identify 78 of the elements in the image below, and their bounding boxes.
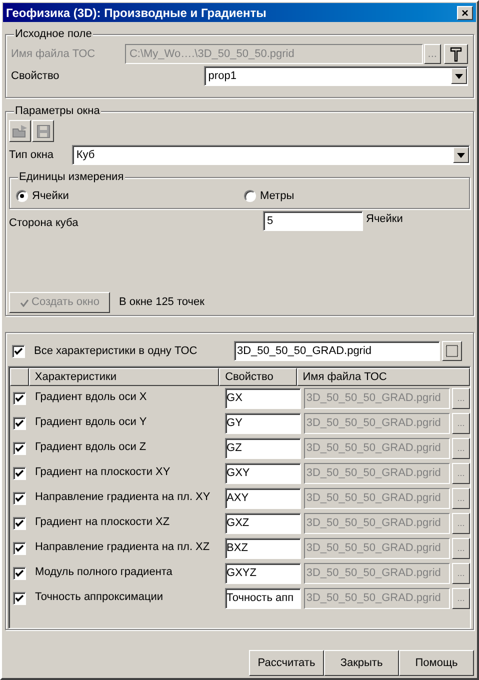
file-field[interactable]: 3D_50_50_50_GRAD.pgrid (304, 463, 450, 484)
property-field[interactable]: GXYZ (224, 563, 302, 584)
checkbox[interactable] (12, 492, 26, 505)
browse-button[interactable]: ... (452, 413, 470, 434)
radio-label: Ячейки (32, 188, 69, 204)
check-icon (20, 298, 28, 306)
property-field[interactable]: GZ (224, 438, 302, 459)
header-corner (10, 368, 29, 386)
table-cell-text: Направление градиента на пл. XY (34, 490, 212, 505)
table-cell-text: Градиент вдоль оси Y (34, 415, 148, 430)
table-cell-text: Градиент вдоль оси Z (34, 440, 148, 455)
property-field[interactable]: BXZ (224, 538, 302, 559)
field-label: Имя файла ТОС (11, 46, 96, 62)
file-field[interactable]: 3D_50_50_50_GRAD.pgrid (304, 588, 450, 609)
property-field[interactable]: GX (224, 388, 302, 409)
checkbox[interactable] (12, 542, 26, 555)
file-field[interactable]: 3D_50_50_50_GRAD.pgrid (304, 513, 450, 534)
file-field[interactable]: C:\My_Wo….\3D_50_50_50.pgrid (125, 44, 422, 64)
dialog-button[interactable]: Помощь (399, 650, 474, 676)
window-title: Геофизика (3D): Производные и Градиенты (6, 4, 266, 22)
table-cell-text: Градиент вдоль оси X (34, 390, 148, 405)
open-icon[interactable] (9, 120, 31, 142)
radio-label: Метры (260, 188, 294, 204)
browse-button[interactable]: ... (452, 438, 470, 459)
cube-side-field[interactable]: 5 (263, 211, 363, 231)
field-label: Сторона куба (9, 216, 80, 231)
close-button[interactable]: × (457, 6, 473, 20)
dialog-button[interactable]: Рассчитать (249, 650, 324, 676)
browse-button[interactable]: ... (452, 388, 470, 409)
output-file-field[interactable]: 3D_50_50_50_GRAD.pgrid (234, 341, 440, 361)
radio-button[interactable] (244, 190, 256, 202)
column-header[interactable]: Свойство (219, 368, 297, 386)
table-cell-text: Градиент на плоскости XY (34, 465, 172, 480)
checkbox[interactable] (12, 567, 26, 580)
dialog-button[interactable]: Закрыть (324, 650, 399, 676)
table-cell-text: Градиент на плоскости XZ (34, 515, 171, 530)
checkbox[interactable] (12, 467, 26, 480)
browse-button[interactable]: ... (452, 538, 470, 559)
table-cell-text: Модуль полного градиента (34, 565, 174, 580)
file-field[interactable]: 3D_50_50_50_GRAD.pgrid (304, 488, 450, 509)
file-field[interactable]: 3D_50_50_50_GRAD.pgrid (304, 388, 450, 409)
hammer-icon[interactable] (444, 44, 468, 64)
field-label: Свойство (11, 68, 60, 84)
browse-button[interactable]: ... (452, 463, 470, 484)
table-cell-text: Направление градиента на пл. XZ (34, 540, 211, 555)
property-field[interactable]: GXY (224, 463, 302, 484)
group-legend: Параметры окна (14, 104, 101, 118)
window-type-dropdown[interactable]: Куб (72, 145, 470, 165)
checkbox[interactable] (12, 592, 26, 605)
browse-button[interactable]: ... (452, 563, 470, 584)
checkbox[interactable] (12, 392, 26, 405)
file-field[interactable]: 3D_50_50_50_GRAD.pgrid (304, 538, 450, 559)
checkbox[interactable] (12, 517, 26, 530)
browse-button[interactable]: ... (452, 488, 470, 509)
group-legend: Исходное поле (14, 27, 93, 41)
browse-button[interactable]: ... (424, 44, 442, 64)
unit-label: Ячейки (366, 212, 403, 227)
table-cell-text: Точность аппроксимации (34, 590, 164, 605)
checkbox-label: Все характеристики в одну ТОС (34, 344, 198, 359)
column-header[interactable]: Характеристики (28, 368, 220, 386)
browse-button[interactable]: ... (452, 513, 470, 534)
browse-button[interactable]: ... (452, 588, 470, 609)
property-dropdown[interactable]: prop1 (204, 66, 468, 86)
column-header[interactable]: Имя файла ТОС (296, 368, 470, 386)
checkbox[interactable] (12, 417, 26, 430)
checkbox[interactable] (12, 344, 25, 358)
browse-icon[interactable] (442, 341, 462, 361)
file-field[interactable]: 3D_50_50_50_GRAD.pgrid (304, 413, 450, 434)
points-text: В окне 125 точек (119, 295, 204, 310)
property-field[interactable]: GY (224, 413, 302, 434)
file-field[interactable]: 3D_50_50_50_GRAD.pgrid (304, 563, 450, 584)
property-field[interactable]: GXZ (224, 513, 302, 534)
radio-button[interactable] (16, 190, 28, 202)
group-legend: Единицы измерения (18, 170, 125, 184)
field-label: Тип окна (9, 148, 55, 163)
file-field[interactable]: 3D_50_50_50_GRAD.pgrid (304, 438, 450, 459)
save-icon[interactable] (32, 120, 54, 142)
checkbox[interactable] (12, 442, 26, 455)
